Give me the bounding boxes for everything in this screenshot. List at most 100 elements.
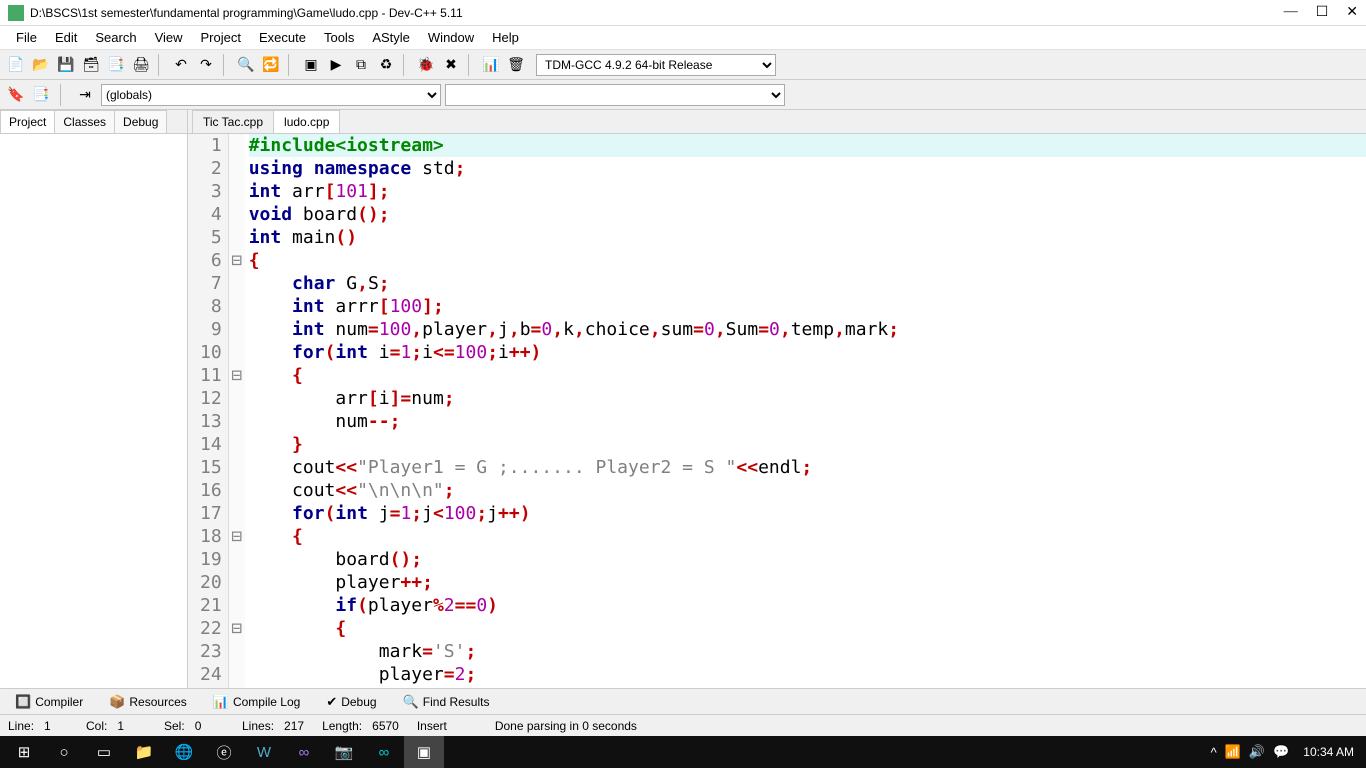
stop-icon[interactable]: ✖ [439, 53, 463, 77]
file-explorer-icon[interactable]: 📁 [124, 736, 164, 768]
save-all-icon[interactable]: 🗃 [79, 53, 103, 77]
minimize-button[interactable]: — [1284, 4, 1298, 21]
status-lines: Lines: 217 [242, 719, 304, 733]
devcpp-taskbar-icon[interactable]: ▣ [404, 736, 444, 768]
window-controls: — ☐ ✕ [1284, 4, 1358, 21]
arduino-icon[interactable]: ∞ [364, 736, 404, 768]
app-icon [8, 5, 24, 21]
globals-select[interactable]: (globals) [101, 84, 441, 106]
cortana-icon[interactable]: ○ [44, 736, 84, 768]
file-tab-ludo[interactable]: ludo.cpp [273, 110, 340, 133]
navigation-toolbar: 🔖 📑 ⇥ (globals) [0, 80, 1366, 110]
status-mode: Insert [417, 719, 477, 733]
status-length: Length: 6570 [322, 719, 399, 733]
word-icon[interactable]: W [244, 736, 284, 768]
menu-tools[interactable]: Tools [316, 28, 362, 47]
debug-icon[interactable]: 🐞 [414, 53, 438, 77]
file-tabs: Tic Tac.cpp ludo.cpp [188, 110, 1366, 134]
code-content[interactable]: #include<iostream>using namespace std;in… [245, 134, 1366, 688]
tray-up-icon[interactable]: ^ [1211, 745, 1217, 760]
debug-tab-icon: ✔ [326, 694, 337, 710]
system-tray[interactable]: ^ 📶 🔊 💬 [1205, 744, 1296, 760]
replace-icon[interactable]: 🔁 [259, 53, 283, 77]
bottom-panel: 🔲Compiler 📦Resources 📊Compile Log ✔Debug… [0, 688, 1366, 714]
sidebar: Project Classes Debug [0, 110, 188, 688]
functions-select[interactable] [445, 84, 785, 106]
sidebar-tab-classes[interactable]: Classes [54, 110, 115, 133]
menubar: File Edit Search View Project Execute To… [0, 26, 1366, 50]
notifications-icon[interactable]: 💬 [1273, 744, 1289, 760]
toggle-bookmark-icon[interactable]: 📑 [29, 83, 53, 107]
save-icon[interactable]: 💾 [54, 53, 78, 77]
bottom-tab-find-results[interactable]: 🔍Find Results [394, 691, 499, 713]
rebuild-icon[interactable]: ♻ [374, 53, 398, 77]
undo-icon[interactable]: ↶ [169, 53, 193, 77]
vs-icon[interactable]: ∞ [284, 736, 324, 768]
sidebar-tabs: Project Classes Debug [0, 110, 187, 134]
delete-profile-icon[interactable]: 🗑 [504, 53, 528, 77]
menu-view[interactable]: View [147, 28, 191, 47]
statusbar: Line: 1 Col: 1 Sel: 0 Lines: 217 Length:… [0, 714, 1366, 736]
toolbar-separator [158, 54, 164, 76]
main-area: Project Classes Debug Tic Tac.cpp ludo.c… [0, 110, 1366, 688]
toolbar-separator [403, 54, 409, 76]
compile-run-icon[interactable]: ⧉ [349, 53, 373, 77]
compiler-icon: 🔲 [15, 694, 31, 710]
redo-icon[interactable]: ↷ [194, 53, 218, 77]
taskbar-clock[interactable]: 10:34 AM [1295, 745, 1362, 759]
titlebar: D:\BSCS\1st semester\fundamental program… [0, 0, 1366, 26]
start-button[interactable]: ⊞ [4, 736, 44, 768]
status-parse: Done parsing in 0 seconds [495, 719, 1358, 733]
toolbar-separator [468, 54, 474, 76]
compiler-select[interactable]: TDM-GCC 4.9.2 64-bit Release [536, 54, 776, 76]
open-file-icon[interactable]: 📂 [29, 53, 53, 77]
profile-icon[interactable]: 📊 [479, 53, 503, 77]
menu-help[interactable]: Help [484, 28, 527, 47]
wifi-icon[interactable]: 📶 [1225, 744, 1241, 760]
fold-column[interactable]: ⊟⊟⊟⊟ [229, 134, 245, 688]
status-col: Col: 1 [86, 719, 146, 733]
close-button[interactable]: ✕ [1346, 4, 1358, 21]
windows-taskbar: ⊞ ○ ▭ 📁 🌐 ⓔ W ∞ 📷 ∞ ▣ ^ 📶 🔊 💬 10:34 AM [0, 736, 1366, 768]
menu-search[interactable]: Search [87, 28, 144, 47]
compile-log-icon: 📊 [213, 694, 229, 710]
editor-area: Tic Tac.cpp ludo.cpp 1234567891011121314… [188, 110, 1366, 688]
code-editor[interactable]: 123456789101112131415161718192021222324 … [188, 134, 1366, 688]
resources-icon: 📦 [109, 694, 125, 710]
menu-astyle[interactable]: AStyle [364, 28, 418, 47]
new-file-icon[interactable]: 📄 [4, 53, 28, 77]
maximize-button[interactable]: ☐ [1316, 4, 1329, 21]
menu-execute[interactable]: Execute [251, 28, 314, 47]
chrome-icon[interactable]: 🌐 [164, 736, 204, 768]
file-tab-tictac[interactable]: Tic Tac.cpp [192, 110, 274, 133]
window-title: D:\BSCS\1st semester\fundamental program… [30, 6, 1284, 20]
main-toolbar: 📄 📂 💾 🗃 📑 🖨 ↶ ↷ 🔍 🔁 ▣ ▶ ⧉ ♻ 🐞 ✖ 📊 🗑 TDM-… [0, 50, 1366, 80]
sidebar-tab-debug[interactable]: Debug [114, 110, 167, 133]
menu-file[interactable]: File [8, 28, 45, 47]
edge-icon[interactable]: ⓔ [204, 736, 244, 768]
goto-bookmark-icon[interactable]: 🔖 [4, 83, 28, 107]
find-icon[interactable]: 🔍 [234, 53, 258, 77]
run-icon[interactable]: ▶ [324, 53, 348, 77]
bottom-tab-compiler[interactable]: 🔲Compiler [6, 691, 92, 713]
camera-icon[interactable]: 📷 [324, 736, 364, 768]
task-view-icon[interactable]: ▭ [84, 736, 124, 768]
print-icon[interactable]: 🖨 [129, 53, 153, 77]
menu-project[interactable]: Project [193, 28, 249, 47]
close-file-icon[interactable]: 📑 [104, 53, 128, 77]
find-results-icon: 🔍 [403, 694, 419, 710]
goto-line-icon[interactable]: ⇥ [73, 83, 97, 107]
toolbar-separator [60, 84, 66, 106]
line-number-gutter: 123456789101112131415161718192021222324 [188, 134, 229, 688]
toolbar-separator [288, 54, 294, 76]
sidebar-content [0, 134, 187, 688]
sidebar-tab-project[interactable]: Project [0, 110, 55, 133]
status-line: Line: 1 [8, 719, 68, 733]
bottom-tab-compile-log[interactable]: 📊Compile Log [204, 691, 310, 713]
bottom-tab-resources[interactable]: 📦Resources [100, 691, 196, 713]
bottom-tab-debug[interactable]: ✔Debug [317, 691, 385, 713]
compile-icon[interactable]: ▣ [299, 53, 323, 77]
menu-window[interactable]: Window [420, 28, 482, 47]
menu-edit[interactable]: Edit [47, 28, 85, 47]
volume-icon[interactable]: 🔊 [1249, 744, 1265, 760]
